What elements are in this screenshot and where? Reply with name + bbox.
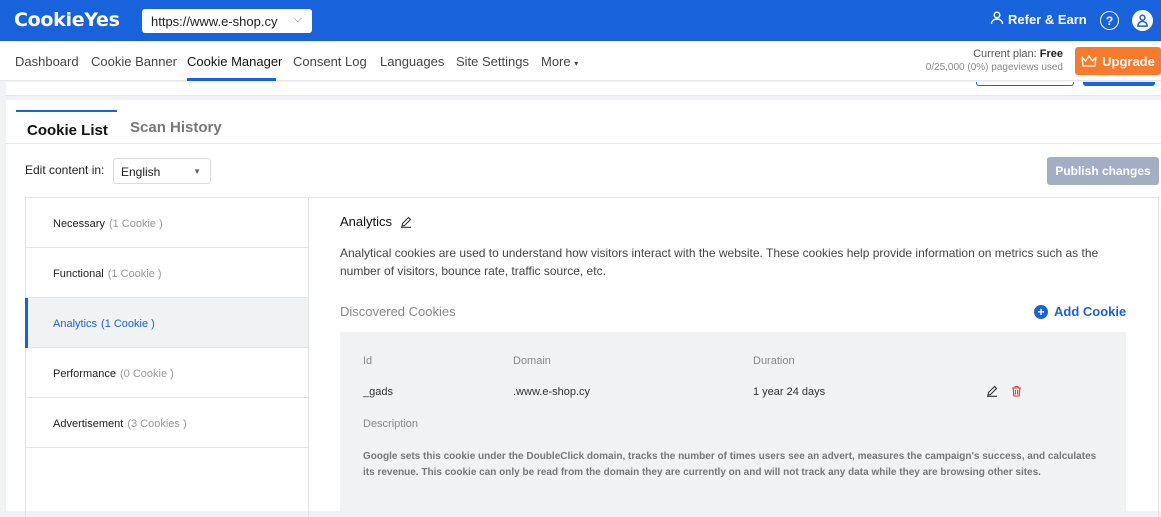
publish-changes-button[interactable]: Publish changes	[1047, 157, 1159, 185]
category-title-text: Analytics	[340, 214, 393, 229]
category-analytics[interactable]: Analytics (1 Cookie )	[25, 298, 308, 348]
plan-usage: 0/25,000 (0%) pageviews used	[925, 62, 1063, 73]
gift-icon	[990, 11, 1004, 28]
nav-site-settings[interactable]: Site Settings	[456, 54, 529, 69]
main-nav: Dashboard Cookie Banner Cookie Manager C…	[0, 41, 1161, 81]
nav-languages[interactable]: Languages	[380, 54, 444, 69]
chevron-down-icon: ⌵	[293, 13, 302, 25]
column-header-id: Id	[363, 355, 373, 367]
cookie-id: _gads	[363, 386, 393, 398]
upgrade-button[interactable]: Upgrade	[1075, 47, 1161, 75]
category-name: Performance	[53, 368, 116, 380]
category-count: (0 Cookie )	[119, 368, 174, 380]
category-name: Necessary	[53, 218, 105, 230]
caret-down-icon: ▾	[574, 59, 579, 68]
cookie-card: Id Domain Duration _gads .www.e-shop.cy …	[340, 332, 1126, 511]
primary-button-partial[interactable]	[1083, 82, 1155, 86]
plan-label: Current plan:	[973, 48, 1037, 60]
site-selector[interactable]: https://www.e-shop.cy ⌵	[142, 9, 312, 33]
site-url: https://www.e-shop.cy	[151, 13, 278, 29]
plus-circle-icon: +	[1034, 304, 1048, 319]
nav-cookie-banner[interactable]: Cookie Banner	[91, 54, 177, 69]
language-value: English	[121, 165, 161, 179]
nav-cookie-manager[interactable]: Cookie Manager	[187, 54, 282, 69]
edit-content-label: Edit content in:	[25, 163, 105, 177]
cookie-description: Google sets this cookie under the Double…	[363, 451, 1097, 478]
pencil-icon[interactable]	[985, 384, 999, 398]
category-title: Analytics	[340, 214, 412, 229]
nav-more-label: More	[541, 54, 571, 69]
nav-more[interactable]: More ▾	[541, 54, 578, 69]
category-performance[interactable]: Performance (0 Cookie )	[26, 348, 308, 398]
language-select[interactable]: English ▼	[113, 158, 211, 184]
nav-consent-log[interactable]: Consent Log	[293, 54, 367, 69]
top-bar: CookieYes https://www.e-shop.cy ⌵ Refer …	[0, 0, 1161, 41]
caret-down-icon: ▼	[193, 167, 201, 176]
category-functional[interactable]: Functional (1 Cookie )	[26, 248, 308, 298]
category-name: Advertisement	[53, 418, 124, 430]
category-list: Necessary (1 Cookie ) Functional (1 Cookie…	[25, 197, 309, 517]
help-icon[interactable]: ?	[1100, 11, 1119, 30]
category-name: Functional	[53, 268, 104, 280]
add-cookie-label: Add Cookie	[1054, 304, 1127, 319]
crown-icon	[1081, 55, 1097, 67]
trash-icon[interactable]	[1009, 384, 1023, 398]
refer-label: Refer & Earn	[1008, 12, 1087, 27]
user-icon	[1137, 14, 1148, 27]
category-count: (3 Cookies )	[127, 418, 187, 430]
category-necessary[interactable]: Necessary (1 Cookie )	[26, 198, 308, 248]
column-header-duration: Duration	[753, 355, 795, 367]
outline-button-partial[interactable]	[976, 82, 1074, 86]
category-count: (1 Cookie )	[108, 218, 163, 230]
tabs-divider	[6, 143, 1161, 144]
category-name: Analytics	[53, 318, 98, 330]
logo[interactable]: CookieYes	[14, 9, 120, 31]
category-count: (1 Cookie )	[107, 268, 162, 280]
column-header-description: Description	[363, 418, 419, 430]
discovered-cookies-label: Discovered Cookies	[340, 304, 456, 319]
refer-earn-link[interactable]: Refer & Earn	[990, 11, 1087, 28]
column-header-domain: Domain	[513, 355, 551, 367]
category-count: (1 Cookie )	[101, 318, 155, 330]
cookie-domain: .www.e-shop.cy	[513, 386, 591, 398]
nav-dashboard[interactable]: Dashboard	[15, 54, 79, 69]
upgrade-label: Upgrade	[1102, 53, 1155, 69]
plan-name: Free	[1039, 48, 1063, 60]
tab-cookie-list[interactable]: Cookie List	[27, 122, 108, 139]
active-tab-indicator	[16, 110, 117, 112]
category-description: Analytical cookies are used to understan…	[340, 246, 1099, 278]
category-advertisement[interactable]: Advertisement (3 Cookies )	[26, 398, 308, 448]
active-nav-indicator	[187, 78, 276, 81]
avatar[interactable]	[1132, 10, 1153, 31]
tab-scan-history[interactable]: Scan History	[130, 119, 222, 136]
add-cookie-button[interactable]: + Add Cookie	[1034, 304, 1126, 319]
cookie-duration: 1 year 24 days	[753, 386, 826, 398]
plan-info: Current plan: Free 0/25,000 (0%) pagevie…	[926, 48, 1063, 74]
pencil-icon[interactable]	[400, 216, 412, 228]
